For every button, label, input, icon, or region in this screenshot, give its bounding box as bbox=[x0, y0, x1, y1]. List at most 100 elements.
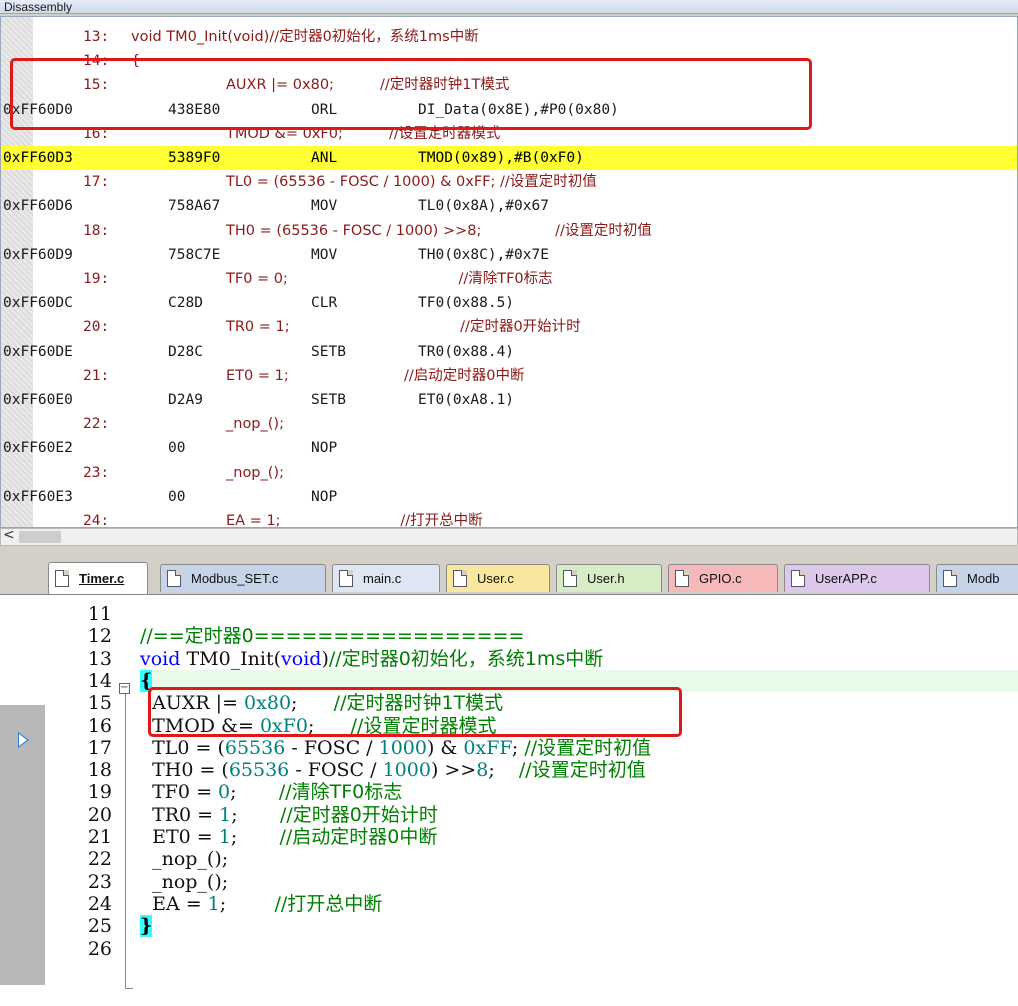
tab-timer-c[interactable]: Timer.c bbox=[48, 562, 148, 594]
disasm-line-number: 16: bbox=[83, 125, 110, 142]
disasm-source-line[interactable]: 20: TR0 = 1; //定时器0开始计时 bbox=[33, 315, 1017, 339]
disasm-source-line[interactable]: 19: TF0 = 0; //清除TF0标志 bbox=[33, 267, 1017, 291]
editor-code-line[interactable]: EA = 1; //打开总中断 bbox=[140, 893, 1018, 915]
matched-brace: } bbox=[140, 915, 153, 938]
instruction-operands: TH0(0x8C),#0x7E bbox=[418, 246, 549, 263]
file-tab-bar: Timer.c Modbus_SET.c main.c User.c User.h GPI… bbox=[0, 556, 1018, 595]
current-line-arrow-icon bbox=[18, 732, 29, 748]
disasm-instruction-line[interactable]: 0xFF60D3 5389F0 ANL TMOD(0x89),#B(0xF0) bbox=[1, 146, 1017, 170]
tab-gpio-c[interactable]: GPIO.c bbox=[668, 564, 778, 592]
tab-modb[interactable]: Modb bbox=[936, 564, 1018, 592]
disasm-instruction-line[interactable]: 0xFF60E2 00 NOP bbox=[3, 436, 1017, 460]
disasm-source-code: ET0 = 1; //启动定时器0中断 bbox=[226, 367, 525, 384]
disasm-source-code: TH0 = (65536 - FOSC / 1000) >>8; //设置定时初… bbox=[226, 222, 652, 239]
number-token: 1000 bbox=[382, 759, 431, 782]
number-token: 0 bbox=[218, 781, 231, 804]
fold-collapse-icon[interactable]: − bbox=[119, 683, 130, 694]
editor-line-number: 16 bbox=[87, 714, 112, 737]
editor-code-line[interactable]: ET0 = 1; //启动定时器0中断 bbox=[140, 826, 1018, 848]
editor-code-line[interactable]: _nop_(); bbox=[140, 871, 1018, 893]
code-token: ET0 = bbox=[140, 826, 219, 848]
editor-line-number: 21 bbox=[87, 826, 112, 848]
comment-token: //设置定时初值 bbox=[518, 759, 646, 782]
editor-code-line[interactable]: TH0 = (65536 - FOSC / 1000) >>8; //设置定时初… bbox=[140, 759, 1018, 781]
editor-line-number: 20 bbox=[87, 803, 112, 826]
disasm-line-number: 15: bbox=[83, 77, 110, 94]
code-token: ; bbox=[511, 736, 525, 759]
disasm-source-line[interactable]: 22: _nop_(); bbox=[33, 412, 1017, 436]
code-token: ; bbox=[308, 714, 351, 737]
comment-token: //定时器时钟1T模式 bbox=[333, 692, 504, 715]
code-editor[interactable]: − 11 12//==定时器0================= 13 void TM… bbox=[0, 595, 1018, 1006]
instruction-mnemonic: NOP bbox=[311, 440, 338, 457]
instruction-opcode: C28D bbox=[168, 295, 203, 312]
editor-line-number: 14 bbox=[87, 669, 112, 692]
disasm-instruction-line[interactable]: 0xFF60E0 D2A9 SETB ET0(0xA8.1) bbox=[3, 388, 1017, 412]
scroll-thumb[interactable] bbox=[19, 531, 61, 543]
tab-label: UserAPP.c bbox=[815, 571, 877, 586]
disasm-source-line[interactable]: 14: { bbox=[33, 49, 1017, 73]
instruction-opcode: 758A67 bbox=[168, 198, 221, 215]
disasm-instruction-line[interactable]: 0xFF60D0 438E80 ORL DI_Data(0x8E),#P0(0x80) bbox=[3, 98, 1017, 122]
editor-line-number: 17 bbox=[87, 736, 112, 759]
disasm-source-line[interactable]: 16: TMOD &= 0xF0; //设置定时器模式 bbox=[33, 122, 1017, 146]
instruction-address: 0xFF60D0 bbox=[3, 101, 73, 118]
file-icon bbox=[675, 570, 689, 587]
number-token: 65536 bbox=[228, 759, 290, 782]
disasm-source-line[interactable]: 23: _nop_(); bbox=[33, 461, 1017, 485]
fold-guide bbox=[125, 687, 126, 989]
code-token: TH0 = ( bbox=[140, 759, 229, 782]
instruction-address: 0xFF60E2 bbox=[3, 440, 73, 457]
tab-userapp-c[interactable]: UserAPP.c bbox=[784, 564, 930, 592]
scroll-left-icon[interactable]: < bbox=[3, 527, 15, 543]
editor-code-line[interactable]: } bbox=[140, 915, 1018, 938]
editor-code-line[interactable]: { bbox=[140, 669, 1018, 692]
tab-label: main.c bbox=[363, 571, 402, 586]
instruction-operands: ET0(0xA8.1) bbox=[418, 392, 515, 408]
editor-code-line[interactable]: //==定时器0================= bbox=[140, 625, 1018, 647]
editor-code-line[interactable]: TR0 = 1; //定时器0开始计时 bbox=[140, 804, 1018, 826]
code-token: TM0_Init( bbox=[180, 647, 282, 670]
instruction-mnemonic: SETB bbox=[311, 392, 346, 408]
tab-label: User.h bbox=[587, 571, 625, 586]
disasm-source-line[interactable]: 17: TL0 = (65536 - FOSC / 1000) & 0xFF; /… bbox=[33, 170, 1017, 194]
instruction-opcode: 758C7E bbox=[168, 246, 221, 263]
editor-code-line[interactable]: AUXR |= 0x80; //定时器时钟1T模式 bbox=[140, 692, 1018, 714]
file-icon bbox=[791, 570, 805, 587]
tab-user-c[interactable]: User.c bbox=[446, 564, 550, 592]
disasm-line-number: 22: bbox=[83, 416, 110, 433]
horizontal-scrollbar[interactable]: < bbox=[0, 527, 1018, 546]
disasm-source-line[interactable]: 18: TH0 = (65536 - FOSC / 1000) >>8; //设置… bbox=[33, 219, 1017, 243]
disasm-source-line[interactable]: 24: EA = 1; //打开总中断 bbox=[33, 509, 1017, 528]
editor-code-line[interactable]: void TM0_Init(void)//定时器0初始化，系统1ms中断 bbox=[140, 648, 1018, 670]
disasm-source-line[interactable]: 13: void TM0_Init(void)//定时器0初始化，系统1ms中断 bbox=[33, 25, 1017, 49]
code-token: TL0 = ( bbox=[140, 736, 225, 759]
disasm-line-number: 24: bbox=[83, 513, 110, 528]
disasm-source-line[interactable]: 15: AUXR |= 0x80; //定时器时钟1T模式 bbox=[33, 73, 1017, 97]
disasm-instruction-line[interactable]: 0xFF60DC C28D CLR TF0(0x88.5) bbox=[3, 291, 1017, 315]
disasm-line-number: 18: bbox=[83, 222, 110, 239]
editor-code-line[interactable]: TMOD &= 0xF0; //设置定时器模式 bbox=[140, 715, 1018, 737]
disasm-source-line[interactable]: 21: ET0 = 1; //启动定时器0中断 bbox=[33, 364, 1017, 388]
disasm-source-code: TR0 = 1; //定时器0开始计时 bbox=[226, 319, 581, 336]
instruction-mnemonic: NOP bbox=[311, 488, 338, 505]
editor-line-number: 24 bbox=[87, 892, 112, 915]
instruction-address: 0xFF60D3 bbox=[3, 150, 73, 166]
instruction-operands: TR0(0x88.4) bbox=[418, 343, 515, 360]
disasm-instruction-line[interactable]: 0xFF60D6 758A67 MOV TL0(0x8A),#0x67 bbox=[3, 194, 1017, 218]
instruction-mnemonic: SETB bbox=[311, 343, 346, 360]
editor-code-line[interactable]: TL0 = (65536 - FOSC / 1000) & 0xFF; //设置… bbox=[140, 737, 1018, 759]
disasm-instruction-line[interactable]: 0xFF60D9 758C7E MOV TH0(0x8C),#0x7E bbox=[3, 243, 1017, 267]
tab-modbus-set-c[interactable]: Modbus_SET.c bbox=[160, 564, 326, 592]
disassembly-pane[interactable]: 13: void TM0_Init(void)//定时器0初始化，系统1ms中断 1… bbox=[0, 16, 1018, 528]
tab-user-h[interactable]: User.h bbox=[556, 564, 662, 592]
number-token: 0xF0 bbox=[259, 714, 309, 737]
instruction-operands: TF0(0x88.5) bbox=[418, 295, 515, 312]
editor-code-line[interactable]: _nop_(); bbox=[140, 848, 1018, 870]
disasm-instruction-line[interactable]: 0xFF60DE D28C SETB TR0(0x88.4) bbox=[3, 340, 1017, 364]
instruction-address: 0xFF60D6 bbox=[3, 198, 73, 215]
disasm-instruction-line[interactable]: 0xFF60E3 00 NOP bbox=[3, 485, 1017, 509]
comment-token: //打开总中断 bbox=[274, 892, 383, 915]
tab-main-c[interactable]: main.c bbox=[332, 564, 440, 592]
editor-code-line[interactable]: TF0 = 0; //清除TF0标志 bbox=[140, 781, 1018, 803]
